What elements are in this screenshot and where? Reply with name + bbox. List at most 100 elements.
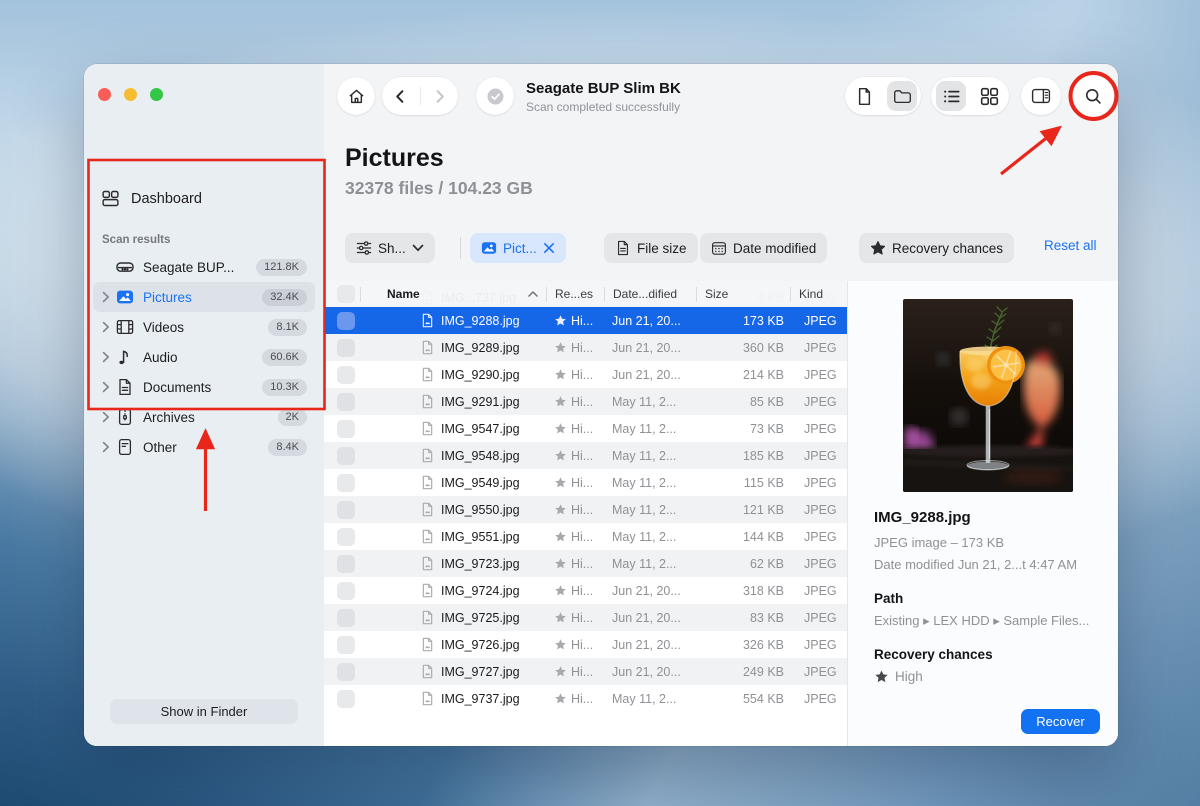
recovery-chances-filter-button[interactable]: Recovery chances xyxy=(859,233,1014,263)
sidebar-item[interactable]: Other 8.4K xyxy=(93,432,315,462)
table-row[interactable]: IMG_9727.jpg Hi... Jun 21, 20... 249 KB … xyxy=(324,658,847,685)
row-checkbox[interactable] xyxy=(337,501,355,519)
row-checkbox[interactable] xyxy=(337,339,355,357)
row-checkbox[interactable] xyxy=(337,528,355,546)
list-view-button[interactable] xyxy=(936,81,966,111)
row-checkbox[interactable] xyxy=(337,582,355,600)
row-checkbox[interactable] xyxy=(337,393,355,411)
forward-button[interactable] xyxy=(420,77,458,115)
picture-icon xyxy=(481,240,497,256)
recover-button[interactable]: Recover xyxy=(1021,709,1100,734)
type-filter-chip[interactable]: Pict... xyxy=(470,233,566,263)
drive-title: Seagate BUP Slim BK xyxy=(526,80,681,97)
kind-cell: JPEG xyxy=(790,665,847,679)
row-checkbox[interactable] xyxy=(337,609,355,627)
minimize-window-button[interactable] xyxy=(124,88,137,101)
row-checkbox[interactable] xyxy=(337,366,355,384)
table-row[interactable]: IMG_9288.jpg Hi... Jun 21, 20... 173 KB … xyxy=(324,307,847,334)
show-in-finder-button[interactable]: Show in Finder xyxy=(110,699,298,724)
column-header-size[interactable]: Size xyxy=(696,287,790,302)
row-checkbox[interactable] xyxy=(337,690,355,708)
column-header-kind[interactable]: Kind xyxy=(790,287,847,302)
sidebar-item[interactable]: Archives 2K xyxy=(93,402,315,432)
preview-panel: IMG_9288.jpg JPEG image – 173 KB Date mo… xyxy=(847,281,1118,746)
recovery-cell: Hi... xyxy=(546,530,604,544)
row-checkbox[interactable] xyxy=(337,447,355,465)
date-cell: Jun 21, 20... xyxy=(604,665,696,679)
image-file-icon xyxy=(420,475,435,490)
sidebar-item[interactable]: Audio 60.6K xyxy=(93,342,315,372)
search-button[interactable] xyxy=(1072,75,1114,117)
date-cell: Jun 21, 20... xyxy=(604,341,696,355)
chevron-down-icon xyxy=(412,244,424,252)
dashboard-label: Dashboard xyxy=(131,191,202,207)
date-modified-filter-button[interactable]: Date modified xyxy=(700,233,827,263)
column-header-recovery[interactable]: Re...es xyxy=(546,287,604,302)
table-row[interactable]: IMG_9289.jpg Hi... Jun 21, 20... 360 KB … xyxy=(324,334,847,361)
home-button[interactable] xyxy=(337,77,375,115)
table-row[interactable]: IMG_9550.jpg Hi... May 11, 2... 121 KB J… xyxy=(324,496,847,523)
sidebar-item[interactable]: Documents 10.3K xyxy=(93,372,315,402)
table-row[interactable]: IMG_9725.jpg Hi... Jun 21, 20... 83 KB J… xyxy=(324,604,847,631)
file-icon xyxy=(615,240,631,256)
file-count-badge: 2K xyxy=(278,409,307,426)
column-header-name[interactable]: Name xyxy=(360,287,546,302)
back-button[interactable] xyxy=(382,77,420,115)
table-row[interactable]: IMG_9547.jpg Hi... May 11, 2... 73 KB JP… xyxy=(324,415,847,442)
file-name-cell: IMG_9291.jpg xyxy=(360,394,546,409)
table-row[interactable]: IMG_9290.jpg Hi... Jun 21, 20... 214 KB … xyxy=(324,361,847,388)
star-half-icon xyxy=(870,240,886,256)
date-cell: May 11, 2... xyxy=(604,692,696,706)
category-icon xyxy=(116,258,134,276)
date-cell: May 11, 2... xyxy=(604,449,696,463)
detail-date-modified: Date modified Jun 21, 2...t 4:47 AM xyxy=(874,557,1077,572)
grid-icon xyxy=(980,87,999,106)
recover-label: Recover xyxy=(1036,714,1084,729)
table-row[interactable]: IMG_9291.jpg Hi... May 11, 2... 85 KB JP… xyxy=(324,388,847,415)
table-row[interactable]: IMG_9737.jpg Hi... May 11, 2... 554 KB J… xyxy=(324,685,847,712)
sidebar-item-label: Documents xyxy=(143,380,262,395)
grid-view-button[interactable] xyxy=(970,77,1008,115)
row-checkbox[interactable] xyxy=(337,555,355,573)
file-count-badge: 10.3K xyxy=(262,379,307,396)
table-row[interactable]: IMG_9726.jpg Hi... Jun 21, 20... 326 KB … xyxy=(324,631,847,658)
star-icon xyxy=(554,530,567,543)
nav-back-icon xyxy=(391,87,410,106)
reset-all-link[interactable]: Reset all xyxy=(1044,238,1097,253)
type-filter-label: Pict... xyxy=(503,241,537,256)
recovery-cell: Hi... xyxy=(546,476,604,490)
column-header-date[interactable]: Date...dified xyxy=(604,287,696,302)
image-file-icon xyxy=(420,367,435,382)
row-checkbox[interactable] xyxy=(337,312,355,330)
row-checkbox[interactable] xyxy=(337,663,355,681)
select-all-checkbox[interactable] xyxy=(337,285,355,303)
row-checkbox[interactable] xyxy=(337,420,355,438)
row-checkbox[interactable] xyxy=(337,474,355,492)
table-row[interactable]: IMG_9551.jpg Hi... May 11, 2... 144 KB J… xyxy=(324,523,847,550)
show-filter-dropdown[interactable]: Sh... xyxy=(345,233,435,263)
zoom-window-button[interactable] xyxy=(150,88,163,101)
files-view-button[interactable] xyxy=(845,77,883,115)
sidebar-item[interactable]: Pictures 32.4K xyxy=(93,282,315,312)
table-row[interactable]: IMG_9723.jpg Hi... May 11, 2... 62 KB JP… xyxy=(324,550,847,577)
date-cell: May 11, 2... xyxy=(604,395,696,409)
folders-view-button[interactable] xyxy=(887,81,917,111)
file-name-cell: IMG_9551.jpg xyxy=(360,529,546,544)
sidebar-item[interactable]: Videos 8.1K xyxy=(93,312,315,342)
close-icon[interactable] xyxy=(543,242,555,254)
table-row[interactable]: IMG_9724.jpg Hi... Jun 21, 20... 318 KB … xyxy=(324,577,847,604)
scan-status-button[interactable] xyxy=(476,77,514,115)
file-count-badge: 60.6K xyxy=(262,349,307,366)
sidebar-item[interactable]: Seagate BUP... 121.8K xyxy=(93,252,315,282)
chevron-right-icon xyxy=(102,291,110,303)
row-checkbox[interactable] xyxy=(337,636,355,654)
sidebar-item-dashboard[interactable]: Dashboard xyxy=(102,190,202,207)
file-size-filter-button[interactable]: File size xyxy=(604,233,698,263)
table-row[interactable]: IMG_9549.jpg Hi... May 11, 2... 115 KB J… xyxy=(324,469,847,496)
sliders-icon xyxy=(356,240,372,256)
toggle-preview-panel-button[interactable] xyxy=(1021,77,1061,115)
sidebar-item-label: Archives xyxy=(143,410,278,425)
table-row[interactable]: IMG_9548.jpg Hi... May 11, 2... 185 KB J… xyxy=(324,442,847,469)
file-name-cell: IMG_9547.jpg xyxy=(360,421,546,436)
close-window-button[interactable] xyxy=(98,88,111,101)
